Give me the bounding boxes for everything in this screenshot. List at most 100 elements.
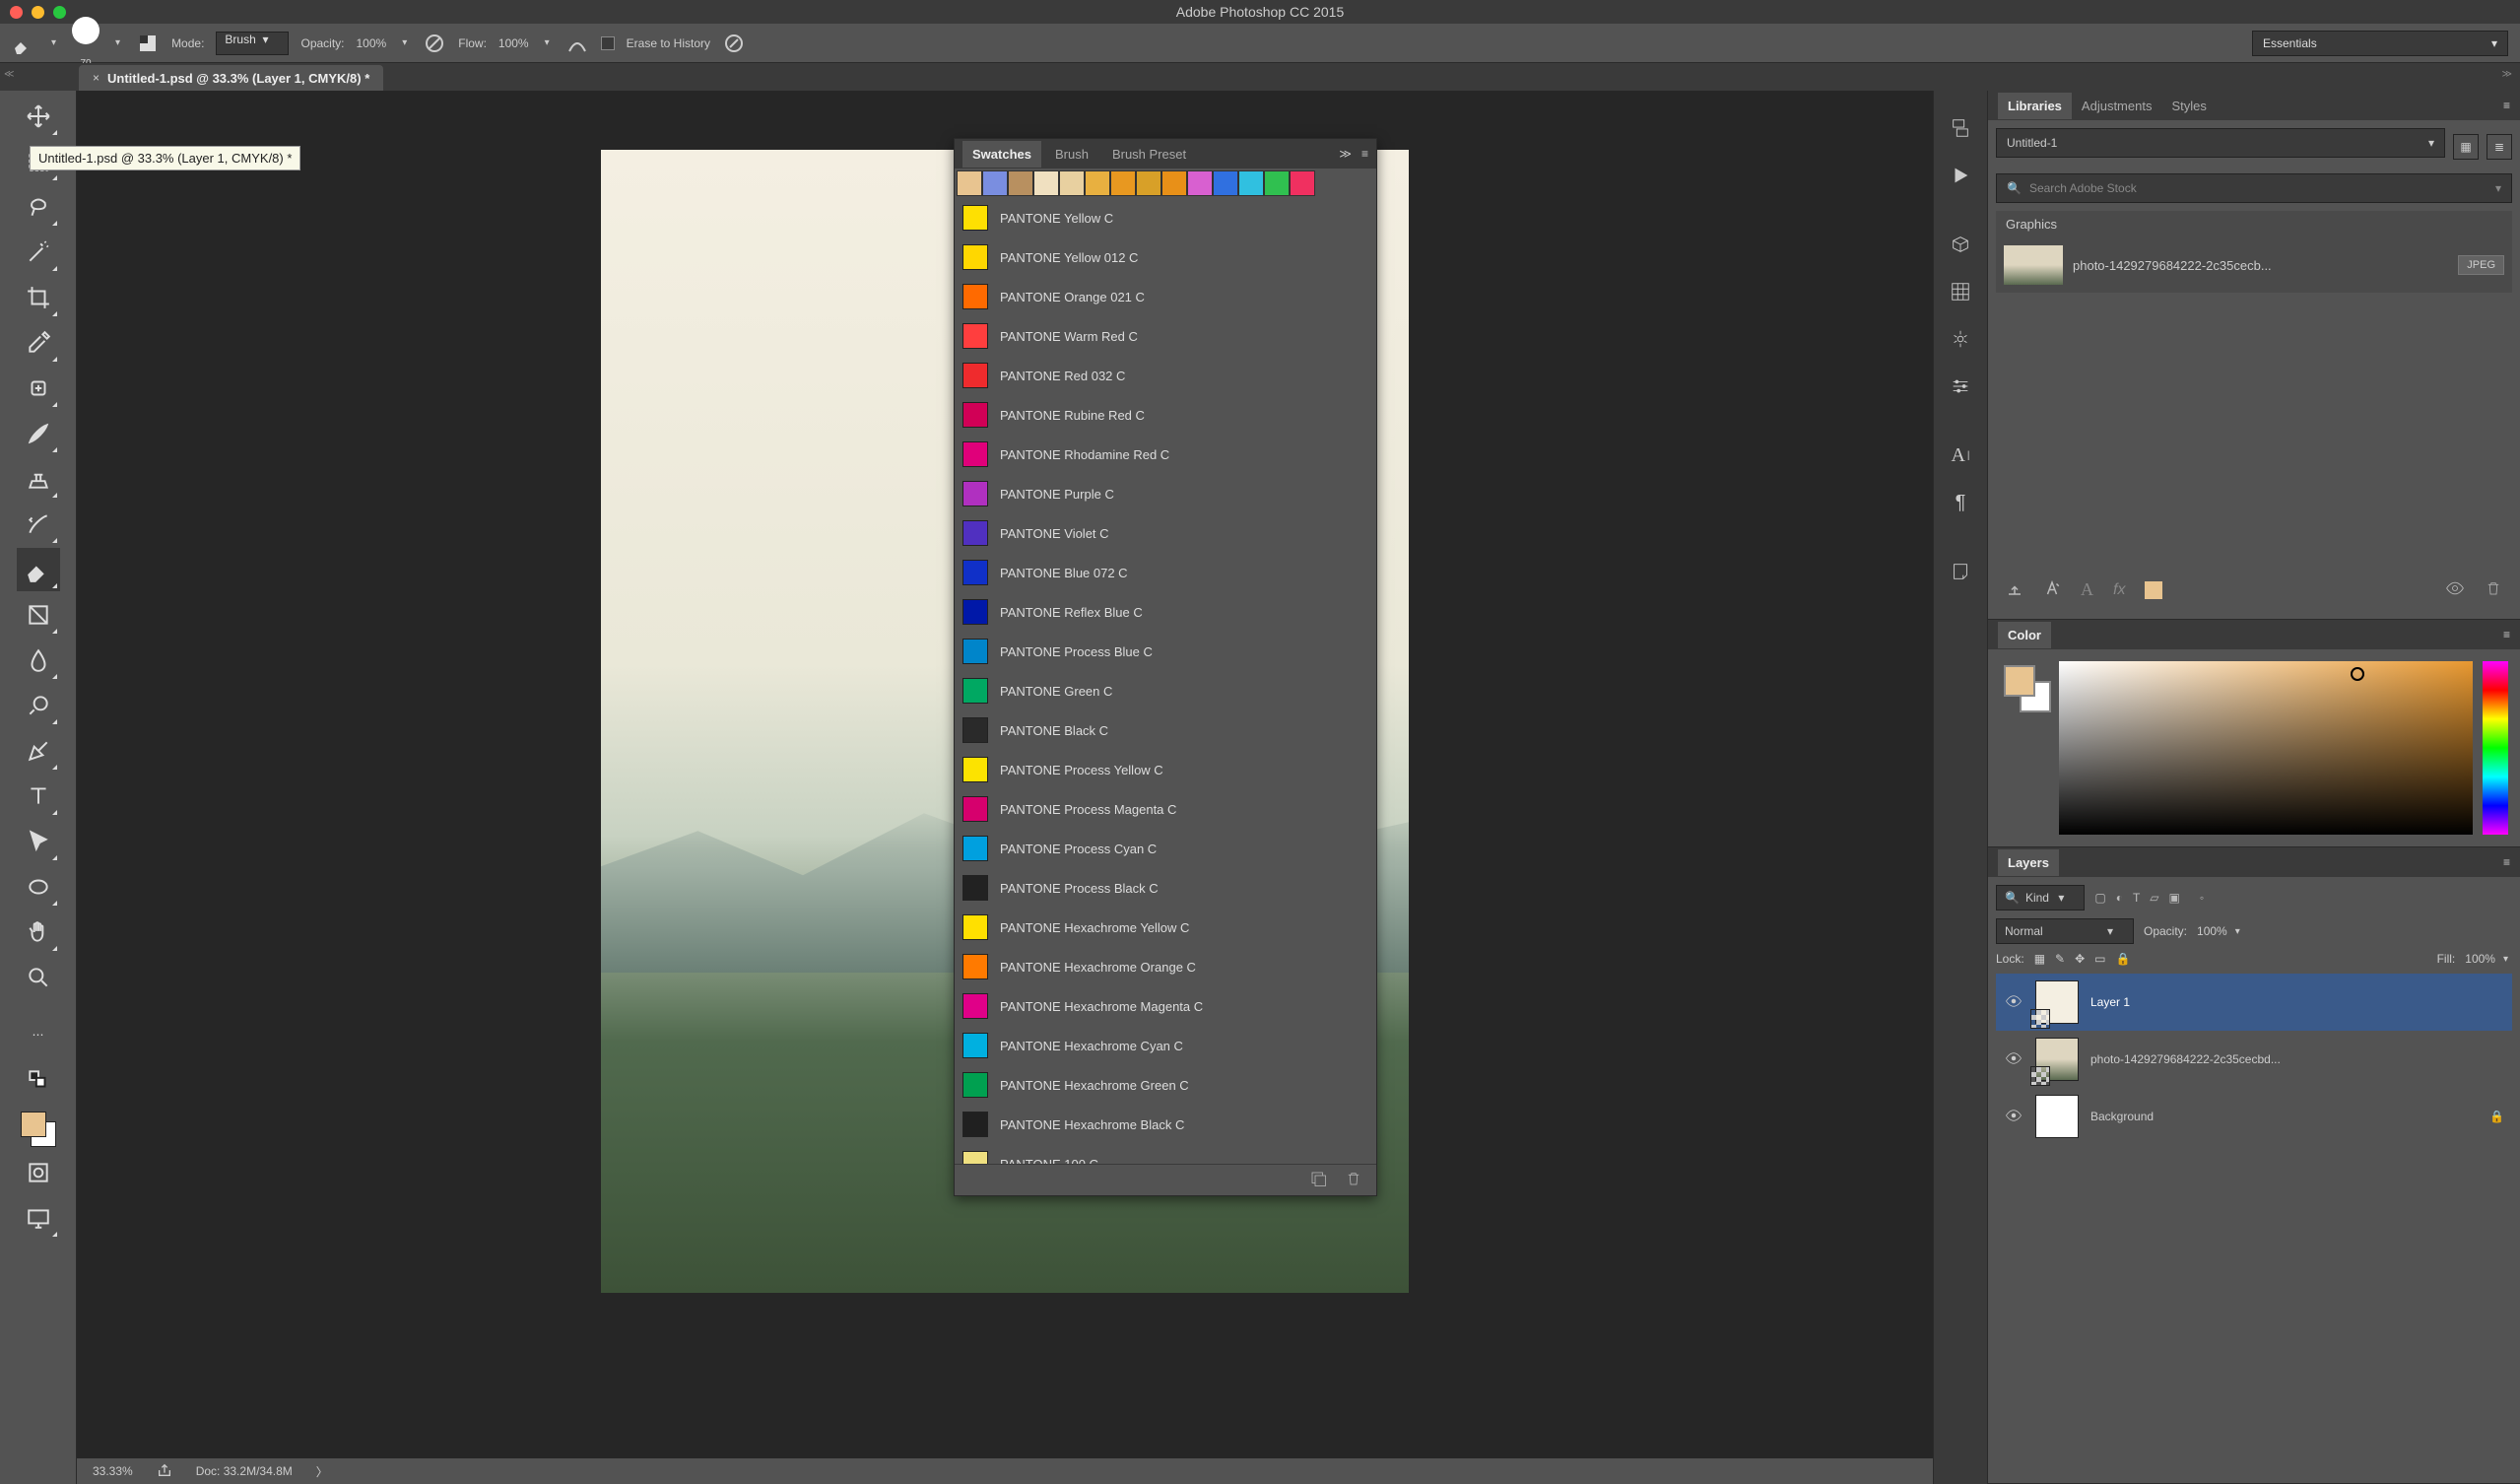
list-view-icon[interactable]: ≣ (2487, 134, 2512, 160)
mode-select[interactable]: Brush ▾ (216, 32, 289, 55)
add-layer-style-icon[interactable]: fx (2113, 581, 2125, 599)
edit-toolbar-icon[interactable]: ⋯ (17, 1013, 60, 1056)
history-brush-tool[interactable] (17, 503, 60, 546)
swatch-list-item[interactable]: PANTONE Process Cyan C (955, 829, 1376, 868)
document-tab[interactable]: × Untitled-1.psd @ 33.3% (Layer 1, CMYK/… (79, 65, 383, 91)
swatch-list-item[interactable]: PANTONE Hexachrome Black C (955, 1105, 1376, 1144)
close-tab-icon[interactable]: × (93, 71, 99, 85)
layer-filter-kind[interactable]: 🔍Kind ▾ (1996, 885, 2085, 911)
swatch-list-item[interactable]: PANTONE Yellow C (955, 198, 1376, 237)
default-colors-icon[interactable] (17, 1058, 60, 1102)
libraries-tab[interactable]: Libraries (1998, 93, 2072, 119)
swatch-list-item[interactable]: PANTONE Hexachrome Orange C (955, 947, 1376, 986)
size-pressure-icon[interactable] (722, 32, 746, 55)
lock-position-icon[interactable]: ✥ (2075, 952, 2085, 966)
fg-swatch[interactable] (2004, 665, 2035, 697)
airbrush-icon[interactable] (565, 32, 589, 55)
crop-tool[interactable] (17, 276, 60, 319)
properties-panel-icon[interactable] (1941, 317, 1980, 361)
adjustments-panel-icon[interactable] (1941, 365, 1980, 408)
delete-asset-icon[interactable] (2485, 579, 2502, 600)
swatch-list-item[interactable]: PANTONE Process Magenta C (955, 789, 1376, 829)
color-tab[interactable]: Color (1998, 622, 2051, 648)
add-text-style-icon[interactable]: A (2081, 579, 2093, 600)
opacity-arrow-icon[interactable]: ▾ (2231, 926, 2244, 937)
color-fg-bg-swatch[interactable] (2000, 661, 2049, 835)
filter-toggle-icon[interactable]: ◦ (2200, 891, 2204, 905)
swatch-list-item[interactable]: PANTONE Orange 021 C (955, 277, 1376, 316)
swatch-list-item[interactable]: PANTONE Violet C (955, 513, 1376, 553)
brush-tool[interactable] (17, 412, 60, 455)
swatch-grid-item[interactable] (1290, 170, 1315, 196)
zoom-value[interactable]: 33.33% (93, 1464, 133, 1478)
doc-size-value[interactable]: Doc: 33.2M/34.8M (196, 1464, 293, 1478)
erase-history-checkbox[interactable] (601, 36, 615, 50)
swatch-list-item[interactable]: PANTONE Yellow 012 C (955, 237, 1376, 277)
swatch-list-item[interactable]: PANTONE Rhodamine Red C (955, 435, 1376, 474)
foreground-background-swatch[interactable] (19, 1110, 58, 1149)
hue-slider[interactable] (2483, 661, 2508, 835)
layer-item[interactable]: Background🔒 (1996, 1088, 2512, 1145)
swatch-list-item[interactable]: PANTONE Green C (955, 671, 1376, 710)
lasso-tool[interactable] (17, 185, 60, 229)
eraser-tool-icon[interactable] (12, 32, 35, 55)
layer-opacity-value[interactable]: 100% (2197, 924, 2227, 938)
paragraph-panel-icon[interactable]: ¶ (1941, 481, 1980, 524)
preview-icon[interactable] (2445, 578, 2465, 601)
share-icon[interactable] (157, 1462, 172, 1481)
flow-value[interactable]: 100% (498, 36, 529, 50)
swatch-list-item[interactable]: PANTONE Reflex Blue C (955, 592, 1376, 632)
filter-smart-icon[interactable]: ▣ (2169, 891, 2180, 905)
brush-panel-icon[interactable] (136, 32, 160, 55)
visibility-eye-icon[interactable] (2004, 1049, 2023, 1070)
swatch-grid-item[interactable] (1238, 170, 1264, 196)
color-field[interactable] (2059, 661, 2473, 835)
minimize-window-icon[interactable] (32, 6, 44, 19)
filter-shape-icon[interactable]: ▱ (2150, 891, 2158, 905)
history-panel-icon[interactable] (1941, 106, 1980, 150)
swatch-grid-item[interactable] (1161, 170, 1187, 196)
filter-type-icon[interactable]: T (2133, 891, 2140, 905)
swatch-list-item[interactable]: PANTONE Hexachrome Yellow C (955, 908, 1376, 947)
opacity-pressure-icon[interactable] (423, 32, 446, 55)
foreground-color-swatch[interactable] (21, 1112, 46, 1137)
filter-adjustment-icon[interactable]: ◐ (2116, 891, 2123, 905)
opacity-arrow-icon[interactable]: ▾ (398, 37, 411, 48)
add-character-style-icon[interactable] (2043, 579, 2061, 600)
lock-all-icon[interactable]: 🔒 (2116, 952, 2131, 966)
brush-tab[interactable]: Brush (1045, 141, 1098, 168)
type-tool[interactable] (17, 775, 60, 818)
add-color-icon[interactable] (2145, 581, 2162, 599)
right-grip-icon[interactable]: ≫ (2502, 69, 2514, 80)
blend-mode-select[interactable]: Normal▾ (1996, 918, 2134, 944)
quick-mask-icon[interactable] (17, 1151, 60, 1194)
swatch-grid-item[interactable] (1008, 170, 1033, 196)
library-asset[interactable]: photo-1429279684222-2c35cecb... JPEG (1996, 237, 2512, 293)
dodge-tool[interactable] (17, 684, 60, 727)
3d-panel-icon[interactable] (1941, 223, 1980, 266)
swatch-grid-item[interactable] (1264, 170, 1290, 196)
brush-presets-tab[interactable]: Brush Preset (1102, 141, 1196, 168)
layer-item[interactable]: photo-1429279684222-2c35cecbd... (1996, 1031, 2512, 1088)
status-arrow-icon[interactable]: 〉 (316, 1463, 328, 1480)
swatch-list-item[interactable]: PANTONE Rubine Red C (955, 395, 1376, 435)
swatch-grid-item[interactable] (982, 170, 1008, 196)
healing-brush-tool[interactable] (17, 367, 60, 410)
swatch-list-item[interactable]: PANTONE Black C (955, 710, 1376, 750)
lock-image-icon[interactable]: ✎ (2055, 952, 2065, 966)
left-grip-icon[interactable]: ≪ (4, 69, 16, 80)
layer-name[interactable]: Layer 1 (2090, 995, 2130, 1009)
swatch-list-item[interactable]: PANTONE 100 C (955, 1144, 1376, 1164)
swatch-list-item[interactable]: PANTONE Hexachrome Green C (955, 1065, 1376, 1105)
character-panel-icon[interactable]: A| (1941, 434, 1980, 477)
swatch-list-item[interactable]: PANTONE Purple C (955, 474, 1376, 513)
swatch-grid-item[interactable] (1136, 170, 1161, 196)
swatch-list-item[interactable]: PANTONE Process Blue C (955, 632, 1376, 671)
pen-tool[interactable] (17, 729, 60, 773)
shape-tool[interactable] (17, 865, 60, 909)
close-window-icon[interactable] (10, 6, 23, 19)
layer-item[interactable]: Layer 1 (1996, 974, 2512, 1031)
swatch-list-item[interactable]: PANTONE Process Black C (955, 868, 1376, 908)
swatch-grid-item[interactable] (1213, 170, 1238, 196)
brush-preview-icon[interactable] (72, 17, 99, 44)
